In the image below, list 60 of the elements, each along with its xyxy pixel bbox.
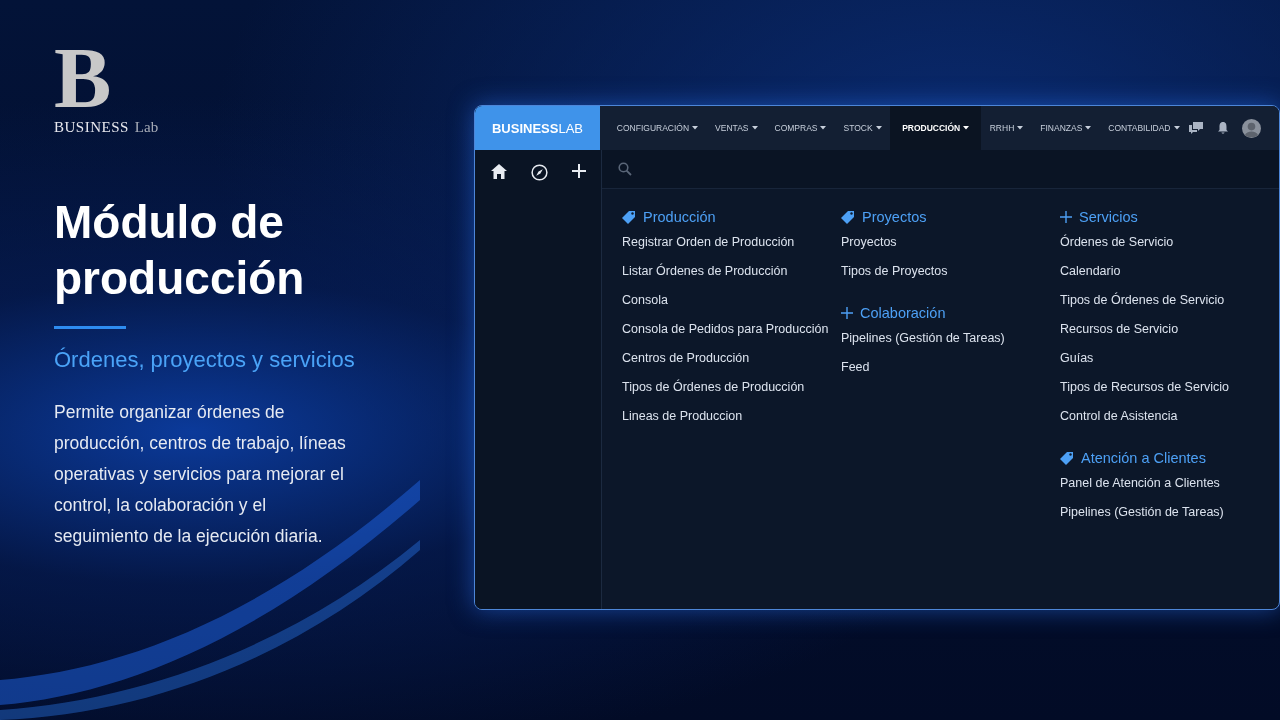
caret-icon: [1085, 126, 1092, 130]
caret-icon: [963, 126, 970, 130]
caret-icon: [820, 126, 827, 130]
menu-link[interactable]: Tipos de Proyectos: [841, 264, 948, 279]
menu-link[interactable]: Centros de Producción: [622, 351, 750, 366]
menu-tab[interactable]: PRODUCCIÓN: [890, 106, 982, 150]
menu-link[interactable]: Proyectos: [841, 235, 897, 250]
caret-icon: [692, 126, 699, 130]
menu-link[interactable]: Panel de Atención a Clientes: [1060, 476, 1220, 491]
menu-link[interactable]: Pipelines (Gestión de Tareas): [841, 331, 1005, 346]
caret-icon: [1173, 126, 1180, 130]
tag-icon: [841, 210, 855, 224]
tag-icon: [1060, 451, 1074, 465]
hero-subtitle: Órdenes, proyectos y servicios: [54, 347, 356, 373]
menu-tab[interactable]: CONTABILIDAD: [1099, 106, 1188, 150]
menu-link[interactable]: Tipos de Recursos de Servicio: [1060, 380, 1230, 395]
section-heading: Servicios: [1079, 209, 1138, 225]
menu-link[interactable]: Órdenes de Servicio: [1060, 235, 1174, 250]
menu-tab[interactable]: COMPRAS: [766, 106, 835, 150]
plus-icon[interactable]: [571, 164, 586, 178]
search-field[interactable]: [602, 150, 1279, 189]
caret-icon: [875, 126, 882, 130]
menu-link[interactable]: Recursos de Servicio: [1060, 322, 1179, 337]
bell-icon[interactable]: [1217, 121, 1229, 135]
menu-link[interactable]: Tipos de Órdenes de Servicio: [1060, 293, 1225, 308]
menu-tab[interactable]: STOCK: [835, 106, 891, 150]
tag-icon: [622, 210, 636, 224]
hero-description: Permite organizar órdenes de producción, centros de trabajo, líneas operativas y servicios para mejorar el control, la colaboración y el seguimiento de la ejecución diaria.: [54, 401, 347, 548]
menu-tab[interactable]: RRHH: [981, 106, 1032, 150]
brand-suffix: Lab: [134, 119, 159, 136]
compass-icon[interactable]: [530, 164, 548, 181]
menu-tab[interactable]: CONFIGURACIÓN: [608, 106, 707, 150]
menu-link[interactable]: Feed: [841, 360, 870, 375]
chat-icon[interactable]: [1188, 121, 1204, 135]
home-icon[interactable]: [490, 164, 507, 179]
menu-tab[interactable]: FINANZAS: [1031, 106, 1100, 150]
search-icon: [618, 162, 632, 176]
hero-title: Módulo de producción: [54, 195, 306, 306]
menu-link[interactable]: Registrar Orden de Producción: [622, 235, 795, 250]
menu-link[interactable]: Pipelines (Gestión de Tareas): [1060, 505, 1224, 520]
plus-icon: [841, 307, 853, 319]
caret-icon: [1017, 126, 1024, 130]
caret-icon: [751, 126, 758, 130]
section-heading: Proyectos: [862, 209, 927, 225]
menu-link[interactable]: Tipos de Órdenes de Producción: [622, 380, 805, 395]
menu-link[interactable]: Lineas de Produccion: [622, 409, 743, 424]
menu-link[interactable]: Listar Órdenes de Producción: [622, 264, 788, 279]
brand-name: BUSINESS: [54, 119, 129, 136]
menu-link[interactable]: Control de Asistencia: [1060, 409, 1178, 424]
menu-link[interactable]: Calendario: [1060, 264, 1121, 279]
section-heading: Colaboración: [860, 305, 946, 321]
section-heading: Producción: [643, 209, 716, 225]
menu-link[interactable]: Guías: [1060, 351, 1094, 366]
plus-icon: [1060, 211, 1072, 223]
menu-link[interactable]: Consola: [622, 293, 668, 308]
menu-tab[interactable]: VENTAS: [706, 106, 766, 150]
menu-link[interactable]: Consola de Pedidos para Producción: [622, 322, 829, 337]
logo-letter: B: [54, 43, 112, 113]
section-heading: Atención a Clientes: [1081, 450, 1206, 466]
avatar-icon[interactable]: [1242, 118, 1261, 138]
